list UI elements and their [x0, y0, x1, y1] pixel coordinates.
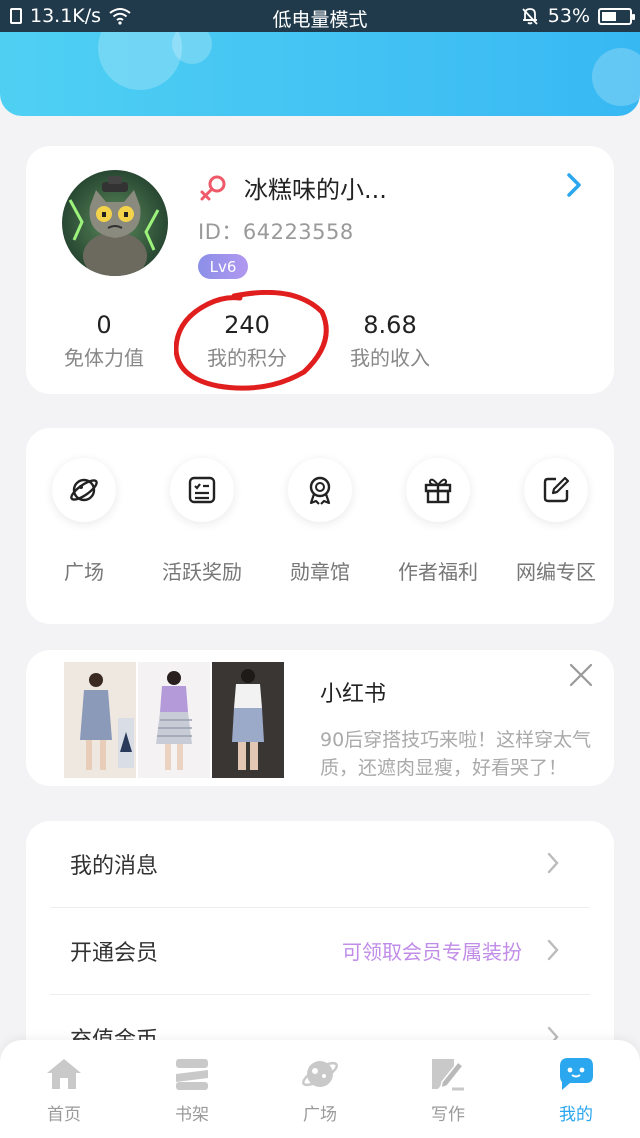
feature-editor-zone[interactable]: 网编专区 — [498, 458, 614, 585]
menu-label: 我的消息 — [70, 854, 159, 879]
tab-square[interactable]: 广场 — [256, 1056, 384, 1125]
profile-name: 冰糕味的小... — [244, 176, 387, 204]
stat-value: 0 — [96, 311, 112, 339]
female-gender-icon — [200, 175, 226, 200]
status-right: 53% — [520, 5, 635, 27]
gift-icon — [424, 478, 452, 504]
tab-label: 首页 — [47, 1105, 81, 1125]
tab-label: 书架 — [175, 1105, 209, 1125]
tab-write[interactable]: 写作 — [384, 1056, 512, 1125]
mute-bell-icon — [522, 8, 538, 25]
feature-medal-hall[interactable]: 勋章馆 — [262, 458, 378, 585]
profile-name-row: 冰糕味的小... — [198, 170, 387, 205]
tab-label: 广场 — [303, 1105, 337, 1125]
battery-fill — [602, 11, 616, 21]
level-badge: Lv6 — [198, 254, 248, 279]
stat-stamina[interactable]: 0 免体力值 — [44, 310, 164, 371]
ad-title: 小红书 — [320, 682, 387, 707]
feature-label: 作者福利 — [398, 560, 478, 584]
feature-icon-circle — [52, 458, 116, 522]
ad-image — [212, 662, 284, 778]
ad-card[interactable]: 小红书 90后穿搭技巧来啦！这样穿太气质，还遮肉显瘦，好看哭了！ — [26, 650, 614, 786]
red-circle-annotation — [174, 290, 329, 391]
menu-item-membership[interactable]: 开通会员 可领取会员专属装扮 — [50, 908, 590, 995]
tab-label: 我的 — [559, 1105, 593, 1125]
feature-icon-circle — [524, 458, 588, 522]
banner-bubble — [592, 48, 640, 106]
banner-bubble — [98, 32, 182, 90]
avatar[interactable] — [62, 170, 168, 276]
feature-icon-circle — [288, 458, 352, 522]
tab-home[interactable]: 首页 — [0, 1056, 128, 1125]
edit-icon — [543, 476, 570, 503]
chevron-right-icon — [547, 852, 559, 874]
stat-value: 8.68 — [363, 311, 417, 339]
stat-label: 免体力值 — [64, 346, 144, 370]
feature-label: 广场 — [64, 560, 104, 584]
tab-label: 写作 — [431, 1105, 465, 1125]
battery-icon — [598, 7, 635, 25]
profile-card[interactable]: 冰糕味的小... ID：64223558 Lv6 0 免体力值 240 我的积分… — [26, 146, 614, 394]
feature-card: 广场 活跃奖励 勋章馆 作者福利 网编专区 — [26, 428, 614, 624]
feature-square[interactable]: 广场 — [26, 458, 142, 585]
profile-id: ID：64223558 — [198, 220, 354, 244]
stat-label: 我的收入 — [350, 346, 430, 370]
menu-item-messages[interactable]: 我的消息 — [50, 821, 590, 908]
feature-label: 网编专区 — [516, 560, 596, 584]
close-icon[interactable] — [568, 662, 594, 688]
chevron-right-icon — [547, 939, 559, 961]
planet-icon — [70, 478, 98, 502]
feature-icon-circle — [170, 458, 234, 522]
header-banner — [0, 32, 640, 116]
battery-percent: 53% — [547, 5, 590, 27]
chat-bubble-icon — [560, 1058, 593, 1090]
ad-image — [138, 662, 210, 778]
ad-description: 90后穿搭技巧来啦！这样穿太气质，还遮肉显瘦，好看哭了！ — [320, 729, 592, 779]
menu-label: 开通会员 — [70, 941, 159, 966]
tab-mine[interactable]: 我的 — [512, 1056, 640, 1125]
bottom-tab-bar: 首页 书架 广场 写作 我的 — [0, 1040, 640, 1138]
planet-icon — [302, 1061, 338, 1087]
bookshelf-icon — [176, 1059, 208, 1090]
medal-icon — [309, 476, 331, 505]
banner-bubble — [172, 32, 212, 64]
feature-author-benefits[interactable]: 作者福利 — [380, 458, 496, 585]
pen-icon — [432, 1059, 465, 1091]
feature-label: 活跃奖励 — [162, 560, 242, 584]
ad-image — [64, 662, 136, 778]
status-bar: 13.1K/s 低电量模式 53% — [0, 0, 640, 32]
stat-income[interactable]: 8.68 我的收入 — [330, 310, 450, 371]
checklist-icon — [188, 476, 216, 504]
menu-promo-text: 可领取会员专属装扮 — [342, 940, 522, 964]
home-icon — [47, 1059, 81, 1089]
feature-label: 勋章馆 — [290, 560, 350, 584]
feature-icon-circle — [406, 458, 470, 522]
tab-bookshelf[interactable]: 书架 — [128, 1056, 256, 1125]
feature-activity-reward[interactable]: 活跃奖励 — [144, 458, 260, 585]
chevron-right-icon[interactable] — [564, 172, 584, 198]
